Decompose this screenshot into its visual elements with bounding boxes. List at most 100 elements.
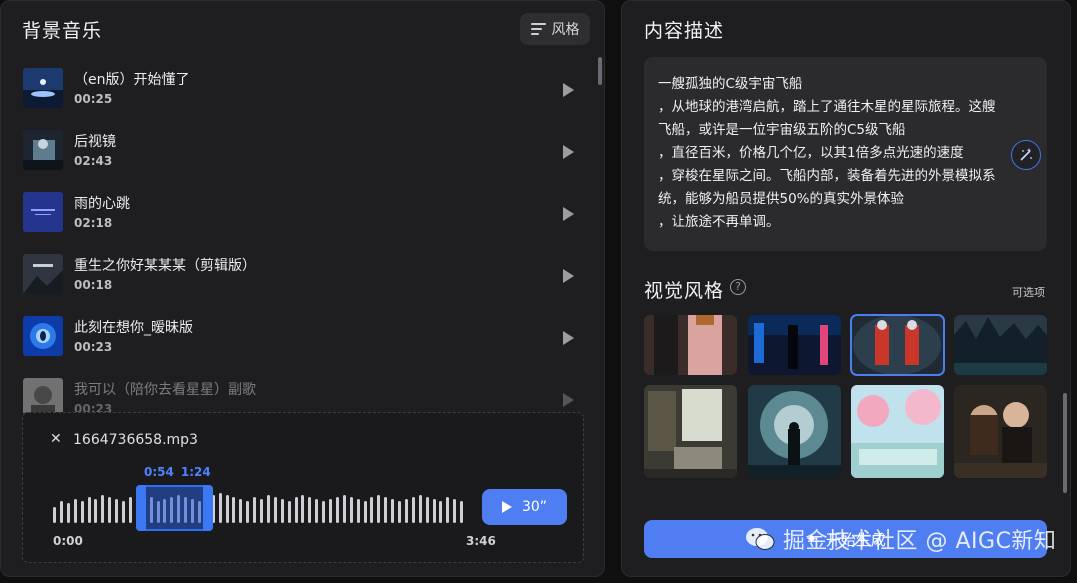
waveform-bar (370, 497, 374, 523)
trim-left-handle[interactable] (136, 485, 146, 531)
visual-style-tile[interactable] (954, 315, 1047, 375)
play-icon[interactable] (563, 207, 574, 221)
waveform-bar (425, 497, 429, 523)
waveform-bar (294, 497, 298, 523)
music-title: 此刻在想你_暧昧版 (74, 320, 193, 336)
play-icon[interactable] (563, 393, 574, 407)
watermark-text: 掘金技术社区 @ AIGC新知 (783, 529, 1057, 554)
visual-style-tile[interactable] (644, 385, 737, 478)
play-icon (501, 501, 512, 513)
description-line: 飞船，或许是一位宇宙级五阶的C5级飞船 (658, 122, 906, 138)
waveform-bar (260, 499, 263, 523)
play-clip-label: 30” (521, 499, 548, 515)
waveform-end-time: 3:46 (466, 534, 496, 548)
music-item[interactable]: 后视镜 02:43 (1, 121, 599, 183)
album-cover-icon (23, 254, 63, 294)
magic-wand-icon[interactable] (1011, 140, 1041, 170)
waveform-bar (349, 497, 353, 523)
waveform-bar (446, 497, 450, 523)
audio-waveform[interactable] (53, 491, 468, 531)
music-item[interactable]: 雨的心跳 02:18 (1, 183, 599, 245)
optional-label: 可选项 (1012, 286, 1045, 299)
selection-time-range: 0:54 1:24 (144, 465, 211, 479)
waveform-bar (59, 501, 63, 523)
waveform-bar (73, 499, 77, 523)
audio-file-name: 1664736658.mp3 (73, 432, 198, 448)
selection-start-time: 0:54 (144, 465, 174, 479)
waveform-bar (246, 501, 250, 523)
waveform-bar (377, 495, 381, 523)
waveform-bar (335, 497, 339, 523)
play-icon[interactable] (563, 83, 574, 97)
visual-style-tile[interactable] (748, 315, 841, 375)
waveform-bar (308, 497, 312, 523)
waveform-bar (287, 501, 291, 523)
waveform-bar (404, 499, 408, 523)
waveform-bar (411, 497, 415, 523)
play-icon[interactable] (563, 269, 574, 283)
waveform-bar (384, 497, 388, 523)
music-duration: 00:18 (74, 278, 113, 292)
waveform-bar (66, 503, 70, 523)
description-line: 一艘孤独的C级宇宙飞船 (658, 76, 803, 92)
description-line: ，让旅途不再单调。 (658, 214, 780, 230)
close-icon[interactable]: ✕ (50, 431, 62, 447)
waveform-bar (218, 493, 222, 523)
play-clip-button[interactable]: 30” (482, 489, 567, 525)
waveform-bar (225, 495, 229, 523)
visual-style-tile[interactable] (954, 385, 1047, 478)
style-filter-button[interactable]: 风格 (520, 13, 590, 45)
background-music-panel: 背景音乐 风格 （en版）开始懂了 00:25 后视镜 02:43 雨的心跳 0… (0, 0, 605, 577)
trim-right-handle[interactable] (203, 485, 213, 531)
music-list: （en版）开始懂了 00:25 后视镜 02:43 雨的心跳 02:18 重生之… (1, 59, 599, 413)
play-icon[interactable] (563, 331, 574, 345)
music-item[interactable]: 此刻在想你_暧昧版 00:23 (1, 307, 599, 369)
waveform-bar (239, 499, 243, 523)
content-description-textarea[interactable]: 一艘孤独的C级宇宙飞船 ，从地球的港湾启航，踏上了通往木星的星际旅程。这艘 飞船… (644, 57, 1047, 251)
waveform-bar (280, 499, 284, 523)
music-item[interactable]: 重生之你好某某某（剪辑版） 00:18 (1, 245, 599, 307)
wechat-icon (745, 527, 775, 551)
play-icon[interactable] (563, 145, 574, 159)
visual-style-tile[interactable] (644, 315, 737, 375)
waveform-bar (439, 501, 443, 523)
trim-selection-handle[interactable] (136, 485, 213, 531)
album-cover-icon (23, 316, 63, 356)
visual-style-title: 视觉风格 (644, 280, 725, 302)
content-description-title: 内容描述 (644, 20, 725, 42)
style-filter-label: 风格 (551, 22, 580, 38)
description-line: ，从地球的港湾启航，踏上了通往木星的星际旅程。这艘 (658, 99, 996, 115)
music-title: 重生之你好某某某（剪辑版） (74, 258, 256, 274)
music-item[interactable]: 我可以（陪你去看星星）副歌 00:23 (1, 369, 599, 413)
waveform-bar (301, 495, 305, 523)
help-icon[interactable]: ? (730, 279, 746, 295)
waveform-bar (453, 499, 457, 523)
waveform-bar (315, 499, 319, 523)
waveform-bar (94, 499, 98, 523)
waveform-bar (356, 499, 360, 523)
music-title: 我可以（陪你去看星星）副歌 (74, 382, 256, 398)
music-title: 后视镜 (74, 134, 116, 150)
visual-style-scrollbar[interactable] (1063, 393, 1067, 493)
visual-style-tile[interactable] (851, 385, 944, 478)
description-line: 统，能够为船员提供50%的真实外景体验 (658, 191, 905, 207)
album-cover-icon (23, 192, 63, 232)
waveform-bar (266, 495, 270, 523)
waveform-bar (101, 495, 105, 523)
watermark: 掘金技术社区 @ AIGC新知 (745, 523, 1056, 555)
visual-style-tile[interactable] (748, 385, 841, 478)
waveform-bar (418, 495, 422, 523)
album-cover-icon (23, 68, 63, 108)
music-list-scrollbar[interactable] (598, 57, 602, 85)
waveform-bar (232, 497, 236, 523)
music-duration: 02:43 (74, 154, 113, 168)
selection-end-time: 1:24 (180, 465, 211, 479)
visual-style-tile-selected[interactable] (850, 314, 945, 376)
waveform-bar (398, 501, 401, 523)
waveform-bar (80, 501, 84, 523)
waveform-bar (122, 501, 125, 523)
list-filter-icon (530, 23, 546, 35)
waveform-bar (87, 497, 91, 523)
music-duration: 02:18 (74, 216, 113, 230)
music-item[interactable]: （en版）开始懂了 00:25 (1, 59, 599, 121)
